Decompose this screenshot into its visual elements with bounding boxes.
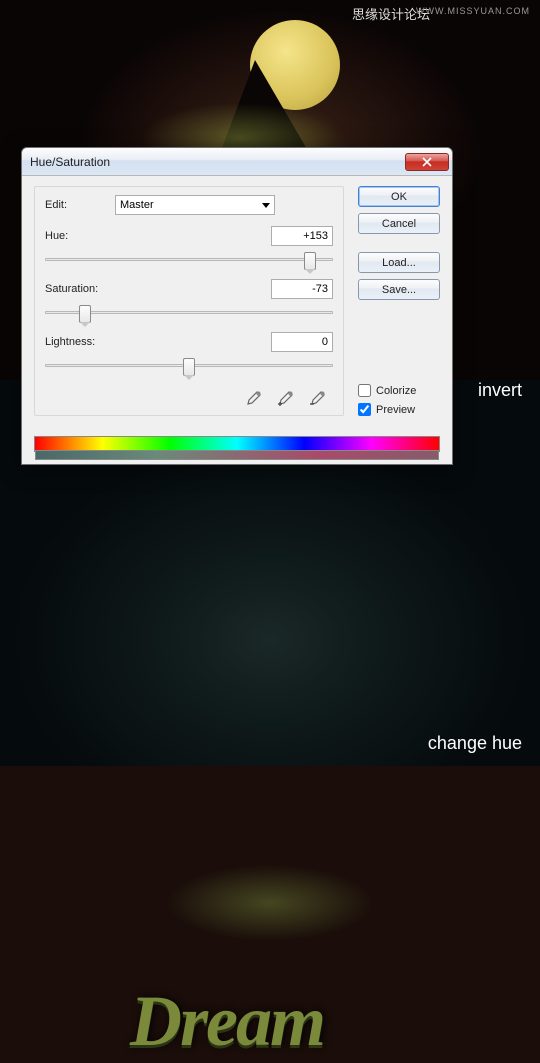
hue-saturation-dialog: Hue/Saturation Edit: Master Hue: +153	[21, 147, 453, 465]
edit-dropdown[interactable]: Master	[115, 195, 275, 215]
saturation-slider-thumb[interactable]	[79, 305, 91, 323]
hue-slider-thumb[interactable]	[304, 252, 316, 270]
colorize-label: Colorize	[376, 385, 416, 397]
chevron-down-icon	[262, 203, 270, 208]
colorize-checkbox[interactable]	[358, 384, 371, 397]
saturation-input[interactable]: -73	[271, 279, 333, 299]
lightness-slider-thumb[interactable]	[183, 358, 195, 376]
preview-checkbox[interactable]	[358, 403, 371, 416]
cancel-button[interactable]: Cancel	[358, 213, 440, 234]
edit-label: Edit:	[45, 199, 115, 211]
hue-slider-track	[45, 258, 333, 261]
dialog-body: Edit: Master Hue: +153 Saturation:	[22, 176, 452, 428]
eyedropper-icon[interactable]	[243, 389, 263, 409]
watermark-url: WWW.MISSYUAN.COM	[416, 6, 530, 16]
dialog-titlebar[interactable]: Hue/Saturation	[22, 148, 452, 176]
lightness-input[interactable]: 0	[271, 332, 333, 352]
edit-fieldset: Edit: Master Hue: +153 Saturation:	[34, 186, 344, 416]
lightness-slider[interactable]	[45, 355, 333, 377]
lightness-label: Lightness:	[45, 336, 129, 348]
label-invert: invert	[478, 380, 522, 401]
dialog-right-panel: OK Cancel Load... Save... Colorize Previ…	[358, 186, 440, 416]
eyedropper-minus-icon[interactable]	[307, 389, 327, 409]
saturation-slider[interactable]	[45, 302, 333, 324]
preview-label: Preview	[376, 404, 415, 416]
dream-text-graphic: Dream	[130, 980, 324, 1063]
eyedropper-row	[45, 385, 333, 409]
saturation-label: Saturation:	[45, 283, 129, 295]
dialog-left-panel: Edit: Master Hue: +153 Saturation:	[34, 186, 344, 416]
ok-button[interactable]: OK	[358, 186, 440, 207]
lightness-row: Lightness: 0	[45, 332, 333, 352]
hue-label: Hue:	[45, 230, 129, 242]
eyedropper-plus-icon[interactable]	[275, 389, 295, 409]
preview-checkbox-row[interactable]: Preview	[358, 403, 440, 416]
hue-slider[interactable]	[45, 249, 333, 271]
close-icon	[422, 157, 432, 167]
save-button[interactable]: Save...	[358, 279, 440, 300]
colorize-checkbox-row[interactable]: Colorize	[358, 384, 440, 397]
dialog-title: Hue/Saturation	[30, 155, 405, 169]
hue-row: Hue: +153	[45, 226, 333, 246]
label-change-hue: change hue	[428, 733, 522, 754]
edit-dropdown-value: Master	[120, 199, 154, 211]
hue-spectrum-bar[interactable]	[34, 436, 440, 452]
edit-row: Edit: Master	[45, 195, 333, 215]
hue-input[interactable]: +153	[271, 226, 333, 246]
close-button[interactable]	[405, 153, 449, 171]
tree-graphic-bottom	[110, 840, 430, 980]
load-button[interactable]: Load...	[358, 252, 440, 273]
saturation-row: Saturation: -73	[45, 279, 333, 299]
